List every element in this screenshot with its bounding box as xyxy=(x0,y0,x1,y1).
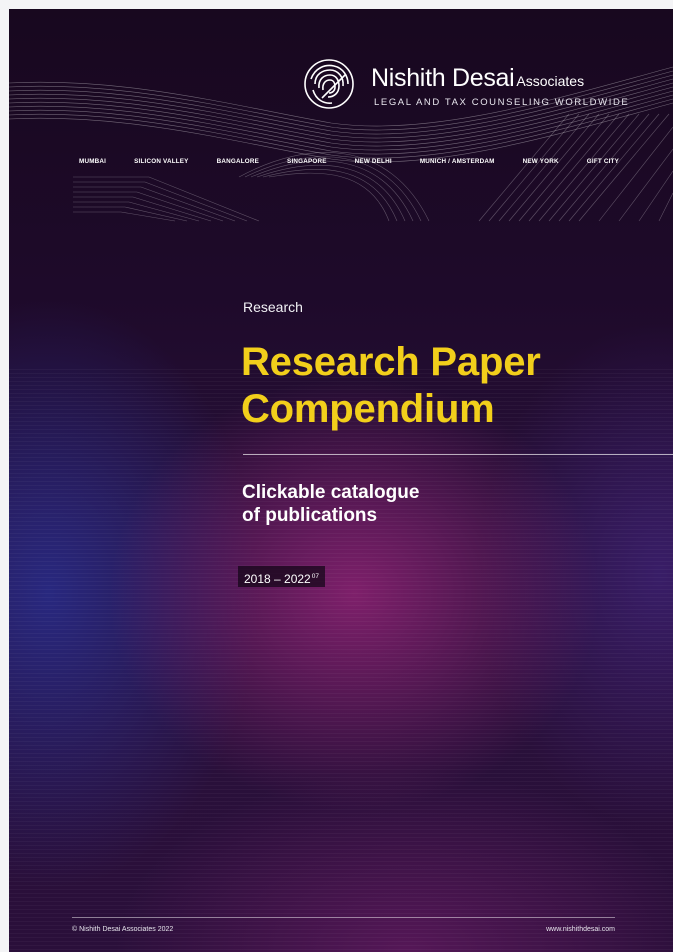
city-label: NEW DELHI xyxy=(354,158,392,165)
brand-logotype: Nishith Desai Associates xyxy=(371,64,584,93)
date-superscript: 07 xyxy=(311,573,319,580)
city-label: MUNICH / AMSTERDAM xyxy=(419,158,495,165)
subtitle-line-1: Clickable catalogue xyxy=(242,482,420,503)
brand-name: Nishith Desai xyxy=(371,64,515,92)
city-label: SINGAPORE xyxy=(287,158,327,165)
city-label: NEW YORK xyxy=(522,158,559,165)
document-subtitle: Clickable catalogue of publications xyxy=(242,481,419,527)
date-range-badge: 2018 – 202207 xyxy=(238,566,325,587)
city-label: MUMBAI xyxy=(79,158,107,165)
cover-page: Nishith Desai Associates LEGAL AND TAX CO… xyxy=(9,9,673,952)
title-divider xyxy=(243,454,673,455)
office-cities-list: MUMBAI SILICON VALLEY BANGALORE SINGAPOR… xyxy=(79,158,619,165)
date-range: 2018 – 2022 xyxy=(244,572,311,586)
section-kicker: Research xyxy=(243,299,303,315)
city-label: SILICON VALLEY xyxy=(134,158,189,165)
subtitle-line-2: of publications xyxy=(242,505,378,526)
footer-divider xyxy=(72,917,615,918)
decorative-line-art xyxy=(9,66,673,222)
title-line-2: Compendium xyxy=(241,387,495,431)
brand-suffix: Associates xyxy=(516,73,585,89)
city-label: BANGALORE xyxy=(216,158,260,165)
title-line-1: Research Paper xyxy=(241,340,541,384)
website-link[interactable]: www.nishithdesai.com xyxy=(546,926,615,933)
document-title: Research Paper Compendium xyxy=(241,339,541,433)
city-label: GIFT CITY xyxy=(586,158,619,165)
copyright-text: © Nishith Desai Associates 2022 xyxy=(72,926,174,933)
fingerprint-emblem-icon xyxy=(304,59,354,109)
brand-tagline: LEGAL AND TAX COUNSELING WORLDWIDE xyxy=(374,97,630,108)
background-lines xyxy=(9,369,673,952)
